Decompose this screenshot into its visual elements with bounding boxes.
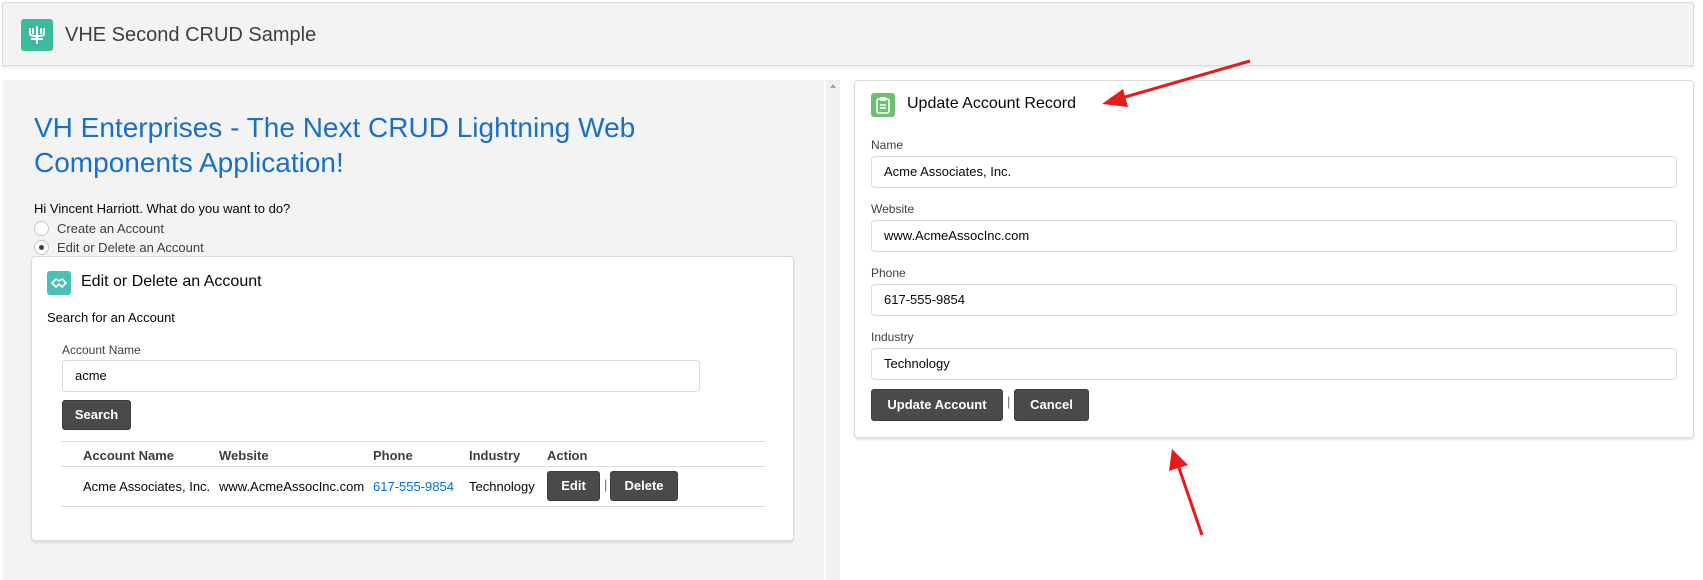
page-heading: VH Enterprises - The Next CRUD Lightning…: [34, 110, 734, 180]
handshake-icon: [47, 271, 71, 295]
column-header: Website: [219, 448, 269, 463]
action-separator: |: [604, 477, 608, 492]
radio-label: Edit or Delete an Account: [57, 239, 204, 255]
account-name-label: Account Name: [62, 343, 141, 357]
table-row: Acme Associates, Inc. www.AcmeAssocInc.c…: [61, 467, 765, 507]
cancel-button[interactable]: Cancel: [1014, 389, 1089, 421]
name-input[interactable]: Acme Associates, Inc.: [871, 156, 1677, 188]
page-heading-line2: Components Application!: [34, 147, 344, 178]
name-label: Name: [871, 138, 904, 152]
card-title: Edit or Delete an Account: [81, 273, 262, 290]
update-account-card: Update Account Record Name Acme Associat…: [854, 80, 1694, 438]
radio-button[interactable]: [34, 239, 49, 255]
annotation-arrow-icon: [1169, 449, 1204, 536]
table-header: Account Name Website Phone Industry Acti…: [61, 441, 765, 467]
column-header: Account Name: [83, 448, 175, 463]
radio-create-account[interactable]: Create an Account: [34, 219, 164, 237]
button-separator: |: [1007, 394, 1011, 409]
annotation-arrow-icon: [1102, 59, 1251, 107]
account-name-search-input[interactable]: acme: [62, 360, 700, 392]
cell-account-name: Acme Associates, Inc.: [83, 479, 211, 494]
main-panel: VH Enterprises - The Next CRUD Lightning…: [3, 80, 824, 580]
column-header: Industry: [469, 448, 521, 463]
edit-delete-card: Edit or Delete an Account Search for an …: [31, 256, 794, 541]
scroll-up-arrow-icon[interactable]: [830, 84, 836, 88]
update-account-button[interactable]: Update Account: [871, 389, 1003, 421]
app-header: VHE Second CRUD Sample: [2, 2, 1694, 66]
accounts-table: Account Name Website Phone Industry Acti…: [61, 441, 765, 507]
industry-label: Industry: [871, 330, 914, 344]
search-prompt: Search for an Account: [47, 310, 175, 325]
radio-label: Create an Account: [57, 220, 164, 236]
scrollbar[interactable]: [826, 80, 840, 580]
phone-link[interactable]: 617-555-9854: [373, 479, 454, 494]
radio-edit-delete-account[interactable]: Edit or Delete an Account: [34, 238, 204, 256]
delete-button[interactable]: Delete: [610, 471, 678, 501]
page-heading-line1: VH Enterprises - The Next CRUD Lightning…: [34, 112, 636, 143]
website-input[interactable]: www.AcmeAssocInc.com: [871, 220, 1677, 252]
app-title: VHE Second CRUD Sample: [65, 24, 317, 46]
phone-input[interactable]: 617-555-9854: [871, 284, 1677, 316]
industry-input[interactable]: Technology: [871, 348, 1677, 380]
app-logo-icon: [21, 19, 53, 51]
column-header: Action: [547, 448, 588, 463]
radio-button[interactable]: [34, 220, 49, 236]
search-button[interactable]: Search: [62, 400, 131, 430]
phone-label: Phone: [871, 266, 906, 280]
greeting-text: Hi Vincent Harriott. What do you want to…: [34, 201, 291, 216]
cell-website: www.AcmeAssocInc.com: [219, 479, 365, 494]
column-header: Phone: [373, 448, 413, 463]
clipboard-icon: [871, 93, 895, 117]
update-card-title: Update Account Record: [907, 95, 1076, 112]
edit-button[interactable]: Edit: [547, 471, 600, 501]
cell-industry: Technology: [469, 479, 535, 494]
website-label: Website: [871, 202, 915, 216]
